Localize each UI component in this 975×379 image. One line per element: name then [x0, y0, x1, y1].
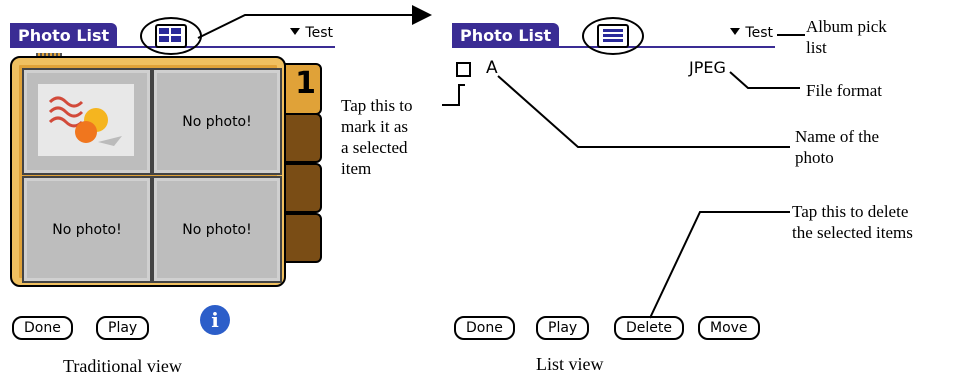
callout-line: the selected items: [792, 223, 913, 242]
callout-album-pick: Album pick list: [806, 16, 887, 58]
callout-line: a selected: [341, 138, 408, 157]
callout-line: photo: [795, 148, 834, 167]
callout-delete: Tap this to delete the selected items: [792, 201, 974, 243]
callout-line: Tap this to: [341, 96, 413, 115]
callout-line: mark it as: [341, 117, 409, 136]
callout-line: Tap this to delete: [792, 202, 909, 221]
callout-file-format: File format: [806, 81, 883, 100]
callout-mark: Tap this to mark it as a selected item: [341, 95, 413, 179]
caption-traditional: Traditional view: [63, 356, 182, 376]
callout-line: item: [341, 159, 372, 178]
callout-name: Name of the photo: [795, 126, 879, 168]
callout-line: Name of the: [795, 127, 880, 146]
caption-list: List view: [536, 354, 604, 374]
callout-line: list: [806, 38, 827, 57]
callout-line: Album pick: [806, 17, 887, 36]
